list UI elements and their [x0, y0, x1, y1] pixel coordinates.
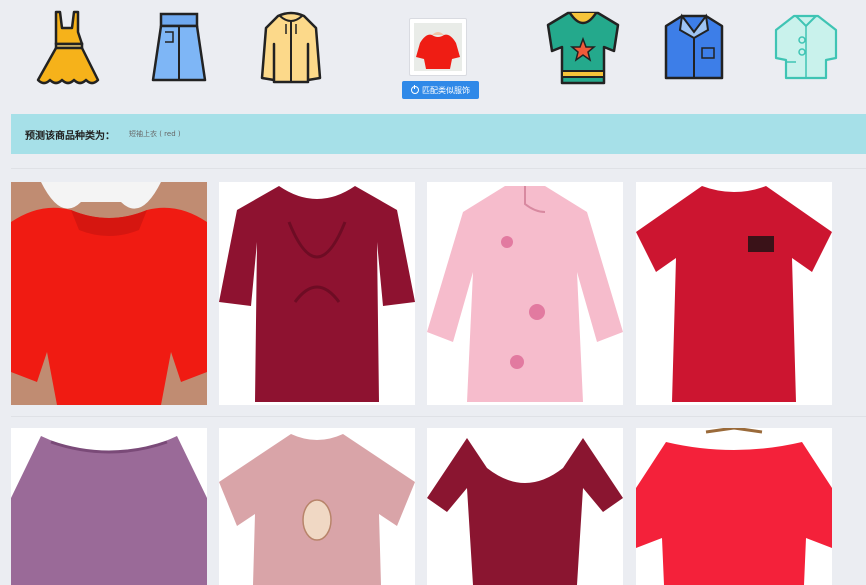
power-icon [411, 85, 419, 94]
prediction-label: 预测该商品种类为： [25, 130, 115, 142]
shirt-icon[interactable] [662, 8, 726, 88]
result-card-red-blouse[interactable] [11, 182, 207, 405]
result-card-pink-qipao-top[interactable] [427, 182, 623, 405]
result-card-pink-tee[interactable] [219, 428, 415, 585]
chinese-top-icon[interactable] [770, 8, 842, 88]
prediction-value: 短袖上衣 ( red ) [129, 130, 181, 138]
divider [11, 168, 866, 169]
match-similar-button[interactable]: 匹配类似服饰 [402, 81, 479, 99]
result-card-maroon-knit-top[interactable] [427, 428, 623, 585]
result-card-red-tshirt[interactable] [636, 182, 832, 405]
result-card-maroon-twist-top[interactable] [219, 182, 415, 405]
result-card-red-chiffon-top[interactable] [636, 428, 832, 585]
uploaded-thumbnail [414, 23, 462, 71]
skirt-icon[interactable] [148, 8, 210, 88]
divider [11, 416, 866, 417]
tshirt-icon[interactable] [544, 6, 622, 88]
prediction-bar: 预测该商品种类为： 短袖上衣 ( red ) [11, 114, 866, 154]
result-card-purple-top[interactable] [11, 428, 207, 585]
page: 匹配类似服饰 预测该商品种类为： 短袖上衣 ( red ) [0, 0, 866, 585]
uploaded-image[interactable] [409, 18, 467, 76]
jacket-icon[interactable] [258, 8, 324, 88]
dress-icon[interactable] [30, 8, 104, 88]
